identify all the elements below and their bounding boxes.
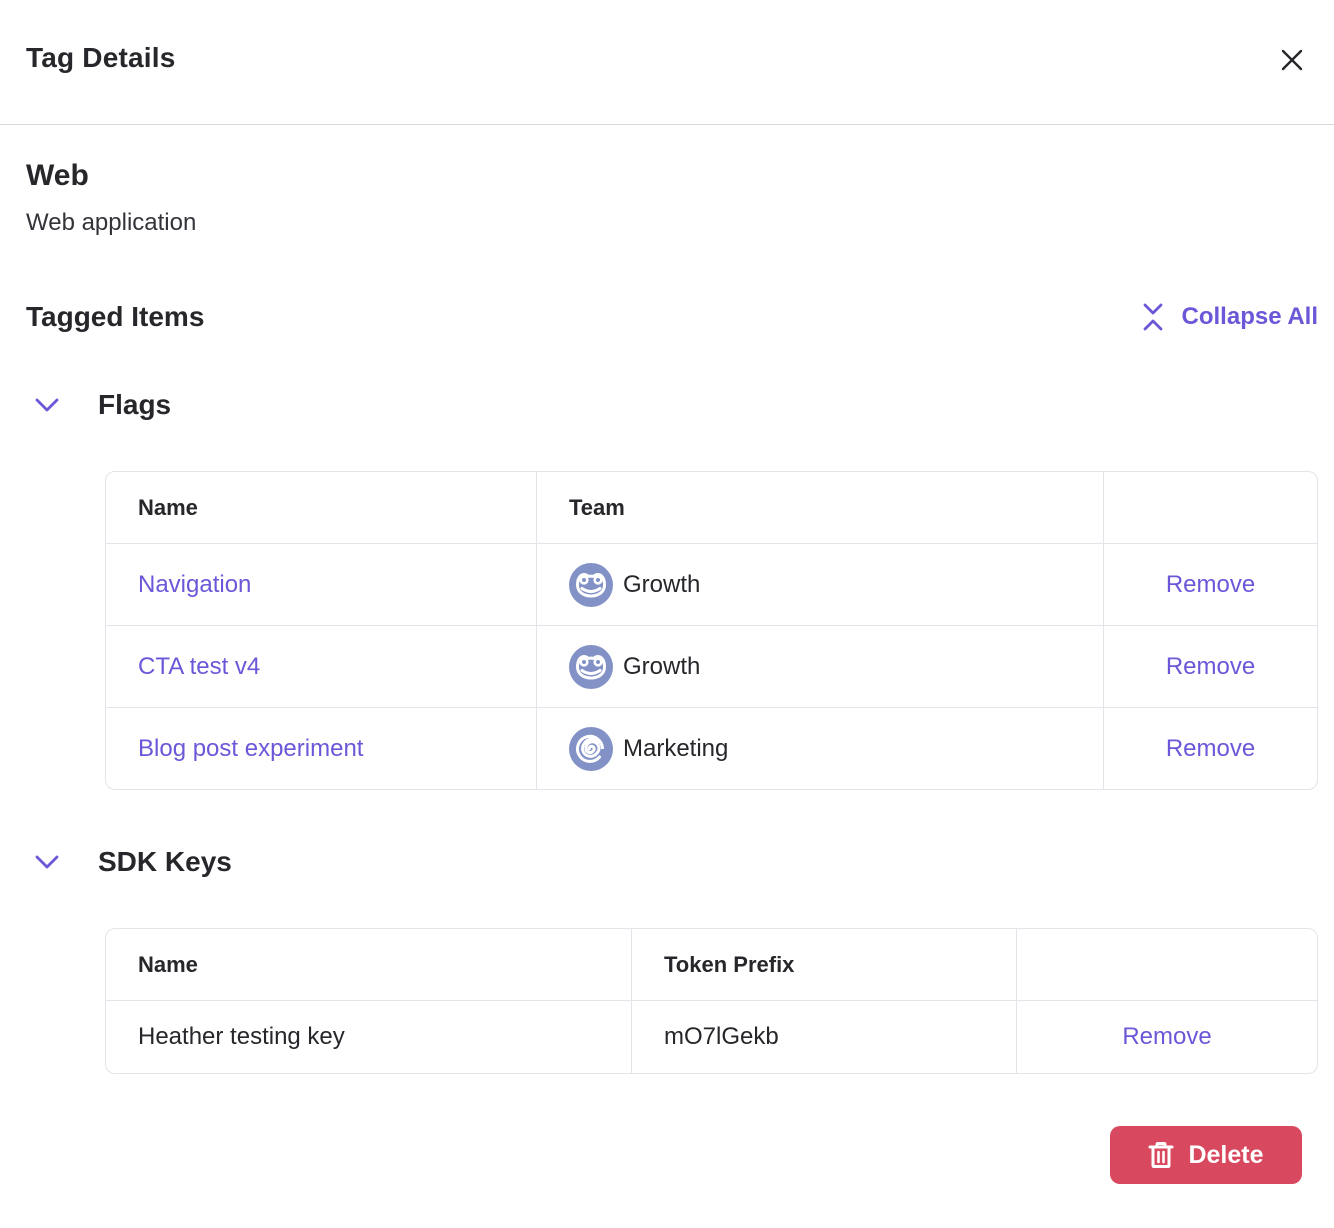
chevron-down-icon bbox=[34, 854, 60, 870]
flag-name-link[interactable]: CTA test v4 bbox=[138, 653, 260, 681]
modal-title: Tag Details bbox=[26, 42, 1308, 74]
close-button[interactable] bbox=[1276, 44, 1308, 76]
chevron-down-icon bbox=[34, 397, 60, 413]
team: Marketing bbox=[569, 727, 728, 771]
table-row: CTA test v4 Growth Remove bbox=[106, 625, 1317, 707]
team-cell: Marketing bbox=[536, 708, 1103, 789]
spiral-icon bbox=[569, 727, 613, 771]
team: Growth bbox=[569, 645, 700, 689]
flag-name-cell: Blog post experiment bbox=[106, 708, 536, 789]
collapse-all-button[interactable]: Collapse All bbox=[1140, 302, 1318, 332]
team-name: Growth bbox=[623, 571, 700, 599]
team-name: Growth bbox=[623, 653, 700, 681]
token-prefix: mO7lGekb bbox=[664, 1023, 779, 1051]
table-row: Blog post experiment Marketing Remove bbox=[106, 707, 1317, 789]
sdk-key-name: Heather testing key bbox=[138, 1023, 345, 1051]
remove-link[interactable]: Remove bbox=[1166, 653, 1255, 681]
team-cell: Growth bbox=[536, 626, 1103, 707]
section-sdk-keys-title: SDK Keys bbox=[98, 846, 232, 878]
action-cell: Remove bbox=[1103, 708, 1317, 789]
remove-link[interactable]: Remove bbox=[1166, 571, 1255, 599]
flag-name-link[interactable]: Navigation bbox=[138, 571, 251, 599]
column-header-name: Name bbox=[106, 472, 536, 543]
remove-link[interactable]: Remove bbox=[1122, 1023, 1211, 1051]
action-cell: Remove bbox=[1016, 1001, 1317, 1073]
sdk-key-name-cell: Heather testing key bbox=[106, 1001, 631, 1073]
collapse-icon bbox=[1140, 302, 1166, 332]
tag-details-modal: Tag Details Web Web application Tagged I… bbox=[0, 0, 1334, 1228]
team: Growth bbox=[569, 563, 700, 607]
frog-icon bbox=[569, 645, 613, 689]
modal-header: Tag Details bbox=[0, 0, 1334, 125]
column-header-name: Name bbox=[106, 929, 631, 1000]
column-header-token-prefix: Token Prefix bbox=[631, 929, 1016, 1000]
tagged-items-heading: Tagged Items bbox=[26, 301, 204, 333]
team-name: Marketing bbox=[623, 735, 728, 763]
token-prefix-cell: mO7lGekb bbox=[631, 1001, 1016, 1073]
flags-collapse-toggle[interactable] bbox=[34, 390, 70, 420]
flags-table-header: Name Team bbox=[106, 472, 1317, 543]
action-cell: Remove bbox=[1103, 626, 1317, 707]
sdk-keys-table-header: Name Token Prefix bbox=[106, 929, 1317, 1000]
collapse-all-label: Collapse All bbox=[1182, 303, 1318, 331]
sdk-keys-collapse-toggle[interactable] bbox=[34, 847, 70, 877]
trash-icon bbox=[1148, 1141, 1174, 1169]
column-header-team: Team bbox=[536, 472, 1103, 543]
delete-button[interactable]: Delete bbox=[1110, 1126, 1302, 1184]
column-header-action bbox=[1016, 929, 1317, 1000]
tag-name: Web bbox=[26, 159, 1318, 193]
frog-icon bbox=[569, 563, 613, 607]
column-header-action bbox=[1103, 472, 1317, 543]
section-flags-header: Flags bbox=[26, 389, 1318, 421]
team-cell: Growth bbox=[536, 544, 1103, 625]
table-row: Navigation Growth Remove bbox=[106, 543, 1317, 625]
tag-description: Web application bbox=[26, 209, 1318, 237]
action-cell: Remove bbox=[1103, 544, 1317, 625]
flags-table: Name Team Navigation GrowthRemoveCTA tes… bbox=[105, 471, 1318, 790]
sdk-keys-table: Name Token Prefix Heather testing key mO7… bbox=[105, 928, 1318, 1074]
remove-link[interactable]: Remove bbox=[1166, 735, 1255, 763]
flag-name-cell: Navigation bbox=[106, 544, 536, 625]
table-row: Heather testing key mO7lGekb Remove bbox=[106, 1000, 1317, 1073]
flag-name-cell: CTA test v4 bbox=[106, 626, 536, 707]
flag-name-link[interactable]: Blog post experiment bbox=[138, 735, 363, 763]
section-sdk-keys-header: SDK Keys bbox=[26, 846, 1318, 878]
delete-label: Delete bbox=[1188, 1141, 1263, 1170]
section-flags-title: Flags bbox=[98, 389, 171, 421]
close-icon bbox=[1278, 46, 1306, 74]
